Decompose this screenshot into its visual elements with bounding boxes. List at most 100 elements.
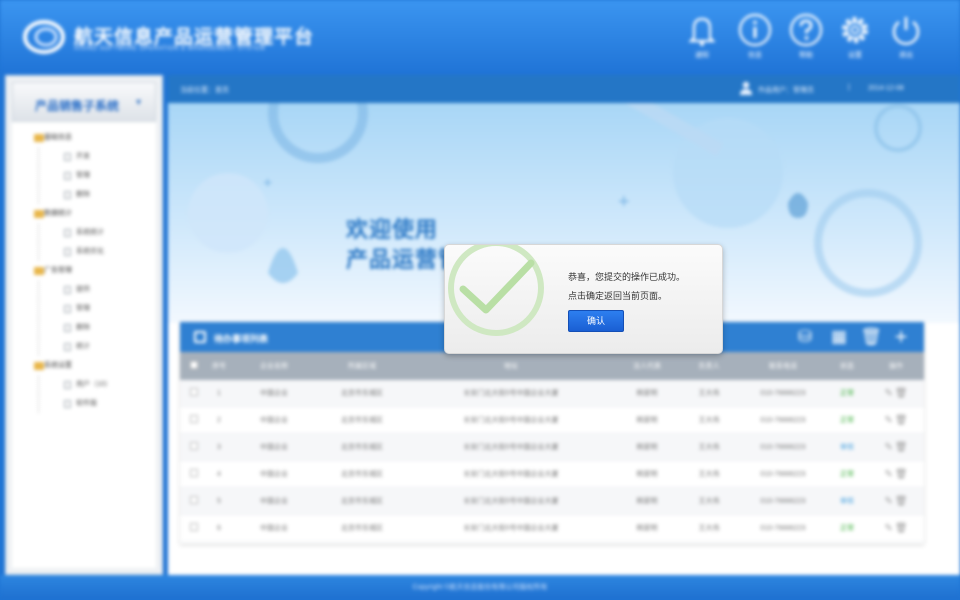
- subsystem-selector[interactable]: 产品销售子系统 ▼: [12, 82, 156, 122]
- table-header: 序号 企业名称 所属区域 地址 法人代表 负责人 联系电话 状态 操作: [180, 352, 924, 380]
- tool-b-icon[interactable]: ▦: [828, 327, 850, 347]
- current-date: 2014-12-08: [868, 85, 904, 92]
- svg-text:+: +: [263, 175, 272, 192]
- cell-region: 北京市东城区: [341, 390, 383, 397]
- file-icon: [64, 191, 71, 199]
- tree-item[interactable]: 管理: [12, 166, 156, 185]
- info-button[interactable]: 信息: [735, 12, 775, 60]
- notification-button[interactable]: 通知: [682, 12, 722, 60]
- subsystem-label: 产品销售子系统: [35, 99, 120, 113]
- tree-group-ads[interactable]: 广告管理: [12, 261, 156, 280]
- edit-icon[interactable]: ✎: [884, 388, 892, 399]
- cell-address: 长安门北大街5号中国企业大厦: [463, 471, 559, 478]
- tree-item[interactable]: 统计: [12, 337, 156, 356]
- dialog-line-1: 恭喜，您提交的操作已成功。: [568, 272, 686, 282]
- select-all-checkbox[interactable]: [190, 361, 198, 369]
- cell-region: 北京市东城区: [341, 471, 383, 478]
- cell-phone: 010-76666223: [760, 416, 806, 424]
- row-select-cell: [180, 388, 208, 398]
- row-checkbox[interactable]: [190, 415, 198, 423]
- cell-phone: 010-76666223: [760, 389, 806, 397]
- tree-item-label: 统计: [76, 343, 90, 350]
- logout-label: 退出: [899, 52, 913, 59]
- delete-icon[interactable]: 🗑: [895, 388, 908, 399]
- row-select-cell: [180, 496, 208, 506]
- tree-group-statistics[interactable]: 数据统计: [12, 204, 156, 223]
- cell-address: 长安门北大街5号中国企业大厦: [463, 525, 559, 532]
- folder-icon: [34, 267, 44, 275]
- tree-item-label: 用户（10）: [76, 381, 112, 388]
- top-header: 航天信息产品运营管理平台 AISINO SOFTWARE OPERATION &…: [0, 0, 960, 75]
- cell-region: 北京市东城区: [341, 417, 383, 424]
- delete-icon[interactable]: 🗑: [895, 442, 908, 453]
- help-button[interactable]: 帮助: [786, 12, 826, 60]
- tool-a-icon[interactable]: ⛁: [794, 327, 816, 347]
- file-icon: [64, 286, 71, 294]
- delete-icon[interactable]: 🗑: [895, 496, 908, 507]
- divider: |: [848, 84, 850, 91]
- cell-legal: 韩家明: [636, 417, 658, 424]
- cell-phone: 010-76666223: [760, 497, 806, 505]
- row-checkbox[interactable]: [190, 469, 198, 477]
- tree-item[interactable]: 删除: [12, 185, 156, 204]
- app-subtitle: AISINO SOFTWARE OPERATION & MANAGEMENT S…: [74, 46, 266, 52]
- cell-owner: 王大伟: [698, 498, 720, 505]
- confirm-button[interactable]: 确认: [568, 310, 624, 332]
- table-row[interactable]: 4 中国企业 北京市东城区 长安门北大街5号中国企业大厦 韩家明 王大伟 010-76666…: [180, 461, 924, 488]
- tree-item[interactable]: 软件版: [12, 394, 156, 413]
- todo-panel: 待办事项列表 ⛁ ▦ 🗑 + 序号 企业名称 所属区域 地址 法人代表 负责人 …: [180, 322, 924, 544]
- tree-item[interactable]: 删除: [12, 318, 156, 337]
- folder-icon: [34, 210, 44, 218]
- help-label: 帮助: [799, 52, 813, 59]
- tree-group-basic-info[interactable]: 基础信息: [12, 128, 156, 147]
- footer: Copyright ©航天信息股份有限公司版权所有: [0, 575, 960, 600]
- tree-item[interactable]: 系统优化: [12, 242, 156, 261]
- tree-item[interactable]: 用户（10）: [12, 375, 156, 394]
- file-icon: [64, 381, 71, 389]
- tree-item[interactable]: 管理: [12, 299, 156, 318]
- row-select-cell: [180, 523, 208, 533]
- tree-item-label: 管理: [76, 305, 90, 312]
- cell-actions: ✎ 🗑: [868, 415, 924, 426]
- tree-item[interactable]: 系统统计: [12, 223, 156, 242]
- tree-group-label: 数据统计: [44, 210, 72, 217]
- logout-button[interactable]: 退出: [886, 12, 926, 60]
- col-header: 联系电话: [769, 363, 797, 370]
- tree-item-label: 删除: [76, 324, 90, 331]
- tree-group-settings[interactable]: 系统设置: [12, 356, 156, 375]
- col-header: 操作: [889, 363, 903, 370]
- edit-icon[interactable]: ✎: [884, 415, 892, 426]
- row-checkbox[interactable]: [190, 496, 198, 504]
- table-row[interactable]: 2 中国企业 北京市东城区 长安门北大街5号中国企业大厦 韩家明 王大伟 010-76666…: [180, 407, 924, 434]
- cell-region: 北京市东城区: [341, 498, 383, 505]
- row-checkbox[interactable]: [190, 523, 198, 531]
- settings-button[interactable]: 设置: [835, 12, 875, 60]
- delete-icon[interactable]: 🗑: [895, 523, 908, 534]
- current-user: 作品用户：管理员: [758, 87, 814, 94]
- delete-icon[interactable]: 🗑: [895, 469, 908, 480]
- cell-legal: 韩家明: [636, 525, 658, 532]
- plus-icon[interactable]: +: [890, 326, 912, 348]
- edit-icon[interactable]: ✎: [884, 442, 892, 453]
- file-icon: [64, 400, 71, 408]
- delete-icon[interactable]: 🗑: [895, 415, 908, 426]
- tree-item[interactable]: 开发: [12, 147, 156, 166]
- tree-item-label: 删除: [76, 191, 90, 198]
- row-select-cell: [180, 442, 208, 452]
- edit-icon[interactable]: ✎: [884, 496, 892, 507]
- svg-text:+: +: [618, 191, 630, 213]
- row-checkbox[interactable]: [190, 442, 198, 450]
- col-header: 地址: [504, 363, 518, 370]
- table-row[interactable]: 6 中国企业 北京市东城区 长安门北大街5号中国企业大厦 韩家明 王大伟 010-76666…: [180, 515, 924, 542]
- tree-item[interactable]: 提供: [12, 280, 156, 299]
- table-row[interactable]: 3 中国企业 北京市东城区 长安门北大街5号中国企业大厦 韩家明 王大伟 010-76666…: [180, 434, 924, 461]
- col-header: 所属区域: [348, 363, 376, 370]
- trash-icon[interactable]: 🗑: [860, 327, 882, 347]
- tree-item-label: 系统统计: [76, 229, 104, 236]
- edit-icon[interactable]: ✎: [884, 469, 892, 480]
- table-row[interactable]: 5 中国企业 北京市东城区 长安门北大街5号中国企业大厦 韩家明 王大伟 010-76666…: [180, 488, 924, 515]
- table-row[interactable]: 1 中国企业 北京市东城区 长安门北大街5号中国企业大厦 韩家明 王大伟 010-76666…: [180, 380, 924, 407]
- edit-icon[interactable]: ✎: [884, 523, 892, 534]
- cell-phone: 010-76666223: [760, 470, 806, 478]
- row-checkbox[interactable]: [190, 388, 198, 396]
